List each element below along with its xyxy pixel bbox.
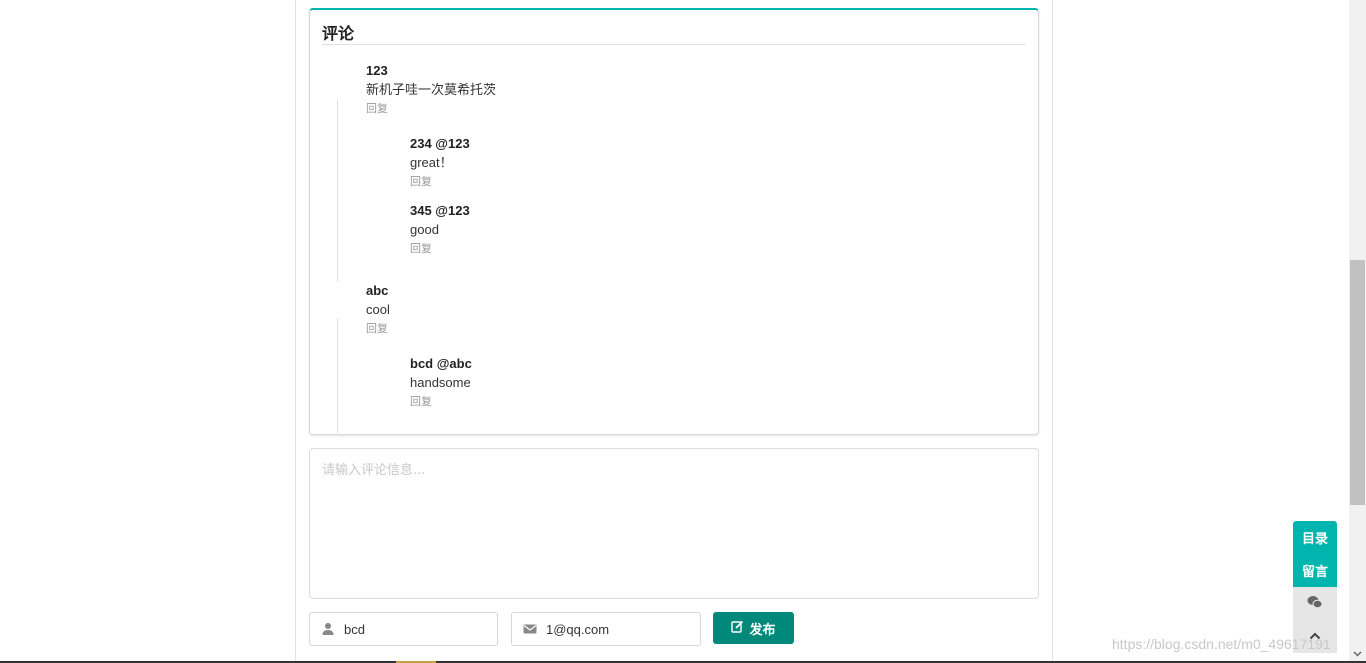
comment-content: 新机子哇一次莫希托茨 bbox=[366, 82, 497, 97]
reply-link[interactable]: 回复 bbox=[366, 99, 496, 119]
vertical-scrollbar[interactable] bbox=[1349, 0, 1366, 663]
comments-card: 评论 123 新机子哇一次莫希托茨 回复 234 @123 great！ 回复 … bbox=[309, 8, 1039, 435]
reply-link[interactable]: 回复 bbox=[366, 319, 390, 339]
comment-item: abc cool 回复 bbox=[366, 282, 390, 339]
wechat-icon bbox=[1307, 595, 1323, 613]
comment-author: 123 bbox=[366, 63, 388, 78]
envelope-icon bbox=[523, 622, 537, 636]
reply-link[interactable]: 回复 bbox=[410, 239, 470, 259]
scrollbar-thumb[interactable] bbox=[1350, 260, 1365, 505]
comment-content: handsome bbox=[410, 375, 471, 390]
comment-textarea[interactable] bbox=[309, 448, 1039, 599]
comment-content: great！ bbox=[410, 155, 453, 170]
publish-label: 发布 bbox=[749, 622, 776, 638]
comment-author: abc bbox=[366, 283, 389, 298]
email-input[interactable] bbox=[546, 613, 696, 645]
comment-item: 123 新机子哇一次莫希托茨 回复 bbox=[366, 62, 496, 119]
comment-author: 234 @123 bbox=[410, 136, 470, 151]
publish-button[interactable]: 发布 bbox=[713, 612, 794, 644]
user-icon bbox=[321, 622, 335, 636]
reply-item: 234 @123 great！ 回复 bbox=[410, 135, 470, 192]
chevron-down-icon[interactable] bbox=[1353, 645, 1362, 660]
side-widget: 目录 留言 bbox=[1293, 521, 1337, 653]
comments-title: 评论 bbox=[322, 24, 355, 43]
comment-author: 345 @123 bbox=[410, 203, 470, 218]
email-field[interactable] bbox=[511, 612, 701, 646]
wechat-button[interactable] bbox=[1293, 587, 1337, 620]
comment-author: bcd @abc bbox=[410, 356, 472, 371]
nickname-input[interactable] bbox=[344, 613, 494, 645]
edit-icon bbox=[731, 620, 744, 637]
nickname-field[interactable] bbox=[309, 612, 498, 646]
comment-content: good bbox=[410, 222, 439, 237]
message-button[interactable]: 留言 bbox=[1293, 554, 1337, 587]
watermark: https://blog.csdn.net/m0_49617191 bbox=[1112, 636, 1331, 652]
toc-button[interactable]: 目录 bbox=[1293, 521, 1337, 554]
reply-item: bcd @abc handsome 回复 bbox=[410, 355, 472, 412]
thread-line bbox=[337, 318, 338, 433]
reply-link[interactable]: 回复 bbox=[410, 172, 470, 192]
reply-link[interactable]: 回复 bbox=[410, 392, 472, 412]
title-divider bbox=[322, 44, 1026, 45]
reply-item: 345 @123 good 回复 bbox=[410, 202, 470, 259]
comment-content: cool bbox=[366, 302, 390, 317]
thread-line bbox=[337, 100, 338, 282]
